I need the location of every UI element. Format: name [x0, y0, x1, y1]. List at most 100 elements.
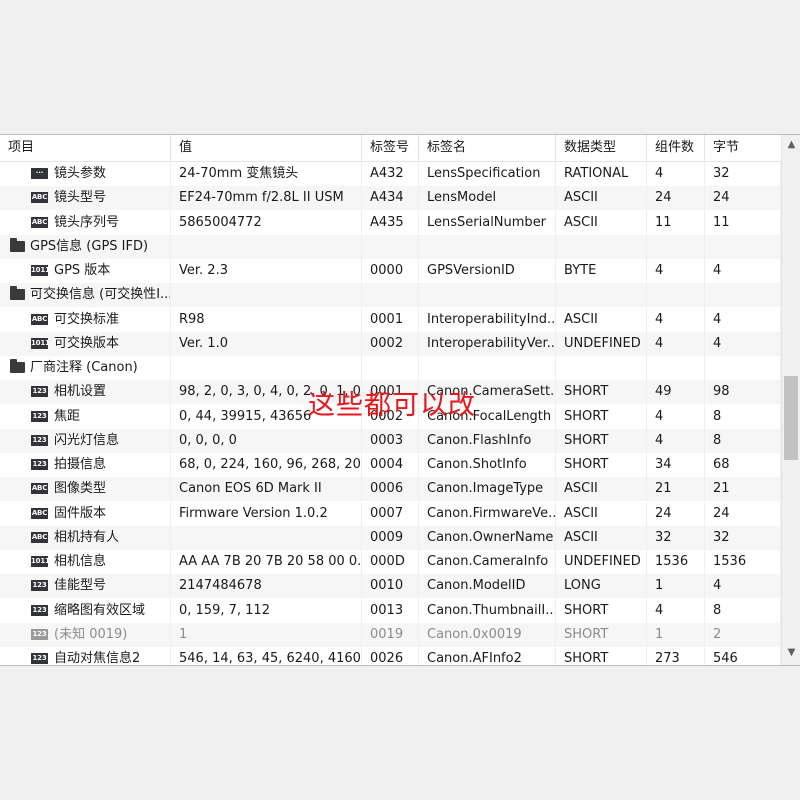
- cell-bytes: 546: [705, 647, 781, 665]
- cell-tag-name: [419, 356, 556, 380]
- cell-tag-number: 0003: [362, 429, 419, 453]
- cell-tag-name: [419, 283, 556, 307]
- cell-tag-name: Canon.OwnerName: [419, 526, 556, 550]
- cell-item-name: GPS信息 (GPS IFD): [0, 235, 171, 259]
- num-icon: 123: [31, 653, 48, 664]
- scrollbar-thumb[interactable]: [784, 376, 798, 460]
- bin-icon: 1011: [31, 556, 50, 567]
- item-label: 相机持有人: [54, 530, 120, 545]
- cell-value: 98, 2, 0, 3, 0, 4, 0, 2, 0, 1, 0...: [171, 380, 362, 404]
- cell-tag-number: 0010: [362, 574, 419, 598]
- item-label: 自动对焦信息2: [54, 651, 141, 665]
- column-header-data-type[interactable]: 数据类型: [556, 135, 647, 161]
- cell-tag-name: Canon.FlashInfo: [419, 429, 556, 453]
- cell-data-type: ASCII: [556, 186, 647, 210]
- cell-tag-number: 0019: [362, 623, 419, 647]
- table-row[interactable]: ··· 镜头参数 24-70mm 变焦镜头 A432 LensSpecification…: [0, 162, 781, 186]
- cell-item-name: ABC 图像类型: [0, 477, 171, 501]
- table-row[interactable]: 123 拍摄信息 68, 0, 224, 160, 96, 268, 20,... 0…: [0, 453, 781, 477]
- column-header-count[interactable]: 组件数: [647, 135, 705, 161]
- table-row[interactable]: 1011 相机信息 AA AA 7B 20 7B 20 58 00 0... 000D…: [0, 550, 781, 574]
- table-row[interactable]: ABC 可交换标准 R98 0001 InteroperabilityInd... ASC…: [0, 308, 781, 332]
- table-row[interactable]: 123 相机设置 98, 2, 0, 3, 0, 4, 0, 2, 0, 1, 0.…: [0, 380, 781, 404]
- cell-count: 1: [647, 623, 705, 647]
- cell-tag-name: Canon.ImageType: [419, 477, 556, 501]
- item-label: 可交换版本: [54, 336, 120, 351]
- cell-item-name: 1011 可交换版本: [0, 332, 171, 356]
- cell-tag-number: 0026: [362, 647, 419, 665]
- num-icon: 123: [31, 411, 48, 422]
- scroll-up-icon[interactable]: ▲: [782, 137, 800, 153]
- cell-tag-name: LensSpecification: [419, 162, 556, 186]
- abc-icon: ABC: [31, 314, 48, 325]
- cell-tag-name: LensModel: [419, 186, 556, 210]
- cell-value: [171, 526, 362, 550]
- table-row[interactable]: ABC 图像类型 Canon EOS 6D Mark II 0006 Canon.Ima…: [0, 477, 781, 501]
- table-row[interactable]: ABC 镜头型号 EF24-70mm f/2.8L II USM A434 LensMo…: [0, 186, 781, 210]
- cell-count: 24: [647, 186, 705, 210]
- cell-bytes: 4: [705, 332, 781, 356]
- cell-tag-number: 0007: [362, 502, 419, 526]
- column-header-bytes[interactable]: 字节: [705, 135, 781, 161]
- cell-bytes: 32: [705, 162, 781, 186]
- table-row[interactable]: 1011 GPS 版本 Ver. 2.3 0000 GPSVersionID BYTE 4 4: [0, 259, 781, 283]
- cell-value: [171, 235, 362, 259]
- cell-value: Canon EOS 6D Mark II: [171, 477, 362, 501]
- table-row[interactable]: 123 自动对焦信息2 546, 14, 63, 45, 6240, 4160...…: [0, 647, 781, 665]
- cell-bytes: 4: [705, 259, 781, 283]
- column-header-value[interactable]: 值: [171, 135, 362, 161]
- cell-tag-number: [362, 283, 419, 307]
- abc-icon: ABC: [31, 483, 48, 494]
- scroll-down-icon[interactable]: ▼: [782, 645, 800, 661]
- group-row[interactable]: 厂商注释 (Canon): [0, 356, 781, 380]
- cell-tag-name: Canon.ModelID: [419, 574, 556, 598]
- cell-item-name: 1011 GPS 版本: [0, 259, 171, 283]
- num-icon: 123: [31, 605, 48, 616]
- table-row[interactable]: 123 佳能型号 2147484678 0010 Canon.ModelID LONG 1 4: [0, 574, 781, 598]
- item-label: 焦距: [54, 409, 81, 424]
- item-label: 相机信息: [54, 554, 107, 569]
- cell-tag-number: A435: [362, 211, 419, 235]
- cell-bytes: 24: [705, 502, 781, 526]
- cell-data-type: [556, 356, 647, 380]
- cell-item-name: 123 自动对焦信息2: [0, 647, 171, 665]
- vertical-scrollbar[interactable]: ▲ ▼: [781, 135, 800, 665]
- cell-data-type: UNDEFINED: [556, 550, 647, 574]
- cell-count: 4: [647, 308, 705, 332]
- table-row[interactable]: ABC 镜头序列号 5865004772 A435 LensSerialNumber AS…: [0, 211, 781, 235]
- table-row[interactable]: 123 缩略图有效区域 0, 159, 7, 112 0013 Canon.Thumbn…: [0, 599, 781, 623]
- column-header-tag-name[interactable]: 标签名: [419, 135, 556, 161]
- cell-data-type: SHORT: [556, 623, 647, 647]
- num-icon: 123: [31, 580, 48, 591]
- cell-count: 1: [647, 574, 705, 598]
- table-row[interactable]: 1011 可交换版本 Ver. 1.0 0002 InteroperabilityVer…: [0, 332, 781, 356]
- group-row[interactable]: GPS信息 (GPS IFD): [0, 235, 781, 259]
- table-row[interactable]: 123 闪光灯信息 0, 0, 0, 0 0003 Canon.FlashInfo SHO…: [0, 429, 781, 453]
- column-header-item[interactable]: 项目: [0, 135, 171, 161]
- cell-bytes: 11: [705, 211, 781, 235]
- table-row[interactable]: ABC 相机持有人 0009 Canon.OwnerName ASCII 32 32: [0, 526, 781, 550]
- cell-item-name: 厂商注释 (Canon): [0, 356, 171, 380]
- cell-item-name: 可交换信息 (可交换性I...: [0, 283, 171, 307]
- cell-value: 0, 159, 7, 112: [171, 599, 362, 623]
- cell-count: 24: [647, 502, 705, 526]
- cell-tag-number: 0000: [362, 259, 419, 283]
- cell-tag-name: Canon.ShotInfo: [419, 453, 556, 477]
- cell-bytes: [705, 356, 781, 380]
- table-row[interactable]: ABC 固件版本 Firmware Version 1.0.2 0007 Canon.F…: [0, 502, 781, 526]
- cell-count: 4: [647, 162, 705, 186]
- group-row[interactable]: 可交换信息 (可交换性I...: [0, 283, 781, 307]
- item-label: (未知 0019): [54, 627, 128, 642]
- cell-data-type: SHORT: [556, 405, 647, 429]
- column-header-tag-number[interactable]: 标签号: [362, 135, 419, 161]
- cell-tag-number: A432: [362, 162, 419, 186]
- cell-value: Firmware Version 1.0.2: [171, 502, 362, 526]
- num-icon: 123: [31, 386, 48, 397]
- cell-value: [171, 283, 362, 307]
- cell-count: 273: [647, 647, 705, 665]
- table-row[interactable]: 123 (未知 0019) 1 0019 Canon.0x0019 SHORT 1 2: [0, 623, 781, 647]
- cell-item-name: ABC 可交换标准: [0, 308, 171, 332]
- cell-tag-name: Canon.FocalLength: [419, 405, 556, 429]
- cell-tag-number: 0006: [362, 477, 419, 501]
- table-row[interactable]: 123 焦距 0, 44, 39915, 43656 0002 Canon.FocalL…: [0, 405, 781, 429]
